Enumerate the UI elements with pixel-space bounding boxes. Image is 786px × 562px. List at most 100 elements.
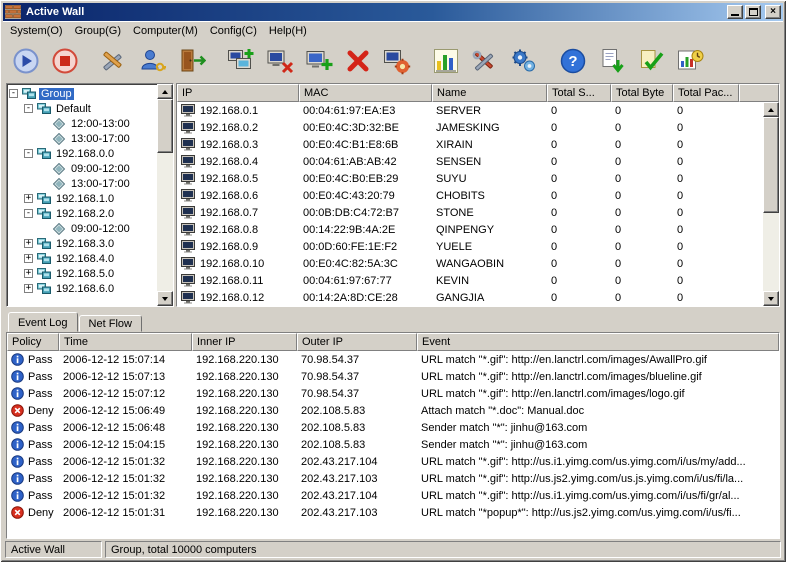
scroll-up-button[interactable]: [763, 102, 779, 117]
computer-row[interactable]: 192.168.0.400:04:61:AB:AB:42SENSEN000: [177, 153, 763, 170]
event-policy: Deny: [28, 405, 54, 417]
export-button[interactable]: [593, 43, 630, 80]
apply-button[interactable]: [632, 43, 669, 80]
column-header-total-pac[interactable]: Total Pac...: [673, 84, 739, 102]
event-row[interactable]: Pass2006-12-12 15:01:32192.168.220.13020…: [7, 470, 779, 487]
scrollbar-track[interactable]: [157, 99, 173, 291]
title-bar[interactable]: Active Wall ×: [3, 3, 783, 21]
computer-row[interactable]: 192.168.0.700:0B:DB:C4:72:B7STONE000: [177, 204, 763, 221]
tree-item-12-00-13-00[interactable]: 12:00-13:00: [7, 116, 157, 131]
column-header-ip[interactable]: IP: [177, 84, 299, 102]
tree-item-09-00-12-00[interactable]: 09:00-12:00: [7, 221, 157, 236]
computer-config-button[interactable]: [378, 43, 415, 80]
event-policy: Deny: [28, 507, 54, 519]
computer-row[interactable]: 192.168.0.100:04:61:97:EA:E3SERVER000: [177, 102, 763, 119]
computer-row[interactable]: 192.168.0.1000:E0:4C:82:5A:3CWANGAOBIN00…: [177, 255, 763, 272]
column-header-mac[interactable]: MAC: [299, 84, 432, 102]
collapse-icon[interactable]: -: [24, 209, 33, 218]
tree-item-label: 192.168.6.0: [54, 283, 116, 295]
menu-item-config[interactable]: Config(C): [204, 23, 263, 39]
tree-item-192-168-1-0[interactable]: +192.168.1.0: [7, 191, 157, 206]
column-header-time[interactable]: Time: [59, 333, 192, 351]
tools-button[interactable]: [466, 43, 503, 80]
exit-button[interactable]: [173, 43, 210, 80]
tree-item-192-168-5-0[interactable]: +192.168.5.0: [7, 266, 157, 281]
event-description: Sender match "*": jinhu@163.com: [417, 439, 779, 451]
menu-item-group[interactable]: Group(G): [69, 23, 127, 39]
expand-icon[interactable]: +: [24, 284, 33, 293]
tree-item-192-168-4-0[interactable]: +192.168.4.0: [7, 251, 157, 266]
tree-item-192-168-3-0[interactable]: +192.168.3.0: [7, 236, 157, 251]
remove-button[interactable]: [339, 43, 376, 80]
tree-item-group[interactable]: -Group: [7, 86, 157, 101]
collapse-icon[interactable]: -: [24, 149, 33, 158]
report-button[interactable]: [671, 43, 708, 80]
event-row[interactable]: Pass2006-12-12 15:07:14192.168.220.13070…: [7, 351, 779, 368]
minimize-button[interactable]: [727, 5, 743, 19]
tree-item-13-00-17-00[interactable]: 13:00-17:00: [7, 176, 157, 191]
tab-net-flow[interactable]: Net Flow: [79, 315, 142, 332]
menu-item-system[interactable]: System(O): [4, 23, 69, 39]
scroll-down-button[interactable]: [763, 291, 779, 306]
scrollbar-track[interactable]: [763, 117, 779, 291]
close-button[interactable]: ×: [765, 5, 781, 19]
event-row[interactable]: Pass2006-12-12 15:01:32192.168.220.13020…: [7, 453, 779, 470]
computer-row[interactable]: 192.168.0.900:0D:60:FE:1E:F2YUELE000: [177, 238, 763, 255]
menu-item-computer[interactable]: Computer(M): [127, 23, 204, 39]
computer-total-sessions: 0: [547, 275, 611, 287]
edit-computer-button[interactable]: [300, 43, 337, 80]
scrollbar-thumb[interactable]: [763, 117, 779, 213]
computer-scrollbar[interactable]: [763, 102, 779, 306]
event-row[interactable]: Deny2006-12-12 15:06:49192.168.220.13020…: [7, 402, 779, 419]
expand-icon[interactable]: +: [24, 254, 33, 263]
add-computer-button[interactable]: [222, 43, 259, 80]
scroll-down-button[interactable]: [157, 291, 173, 306]
event-row[interactable]: Deny2006-12-12 15:01:31192.168.220.13020…: [7, 504, 779, 521]
column-header-outer-ip[interactable]: Outer IP: [297, 333, 417, 351]
event-row[interactable]: Pass2006-12-12 15:01:32192.168.220.13020…: [7, 487, 779, 504]
statistics-button[interactable]: [427, 43, 464, 80]
tree-item-13-00-17-00[interactable]: 13:00-17:00: [7, 131, 157, 146]
tab-event-log[interactable]: Event Log: [8, 312, 78, 332]
computer-row[interactable]: 192.168.0.300:E0:4C:B1:E8:6BXIRAIN000: [177, 136, 763, 153]
column-header-total-s[interactable]: Total S...: [547, 84, 611, 102]
computer-row[interactable]: 192.168.0.200:E0:4C:3D:32:BEJAMESKING000: [177, 119, 763, 136]
computer-total-packets: 0: [673, 241, 739, 253]
expand-icon[interactable]: +: [24, 269, 33, 278]
event-row[interactable]: Pass2006-12-12 15:07:13192.168.220.13070…: [7, 368, 779, 385]
computer-row[interactable]: 192.168.0.1100:04:61:97:67:77KEVIN000: [177, 272, 763, 289]
column-header-name[interactable]: Name: [432, 84, 547, 102]
tree-item-09-00-12-00[interactable]: 09:00-12:00: [7, 161, 157, 176]
event-row[interactable]: Pass2006-12-12 15:04:15192.168.220.13020…: [7, 436, 779, 453]
tree-item-192-168-0-0[interactable]: -192.168.0.0: [7, 146, 157, 161]
event-row[interactable]: Pass2006-12-12 15:07:12192.168.220.13070…: [7, 385, 779, 402]
scrollbar-thumb[interactable]: [157, 99, 173, 153]
menu-item-help[interactable]: Help(H): [263, 23, 313, 39]
collapse-icon[interactable]: -: [24, 104, 33, 113]
expand-icon[interactable]: +: [24, 239, 33, 248]
start-button[interactable]: [7, 43, 44, 80]
computer-row[interactable]: 192.168.0.600:E0:4C:43:20:79CHOBITS000: [177, 187, 763, 204]
maximize-button[interactable]: [745, 5, 761, 19]
tree-item-192-168-6-0[interactable]: +192.168.6.0: [7, 281, 157, 296]
stop-button[interactable]: [46, 43, 83, 80]
computer-row[interactable]: 192.168.0.1200:14:2A:8D:CE:28GANGJIA000: [177, 289, 763, 306]
column-header-total-byte[interactable]: Total Byte: [611, 84, 673, 102]
setup-button[interactable]: [95, 43, 132, 80]
tree-item-default[interactable]: -Default: [7, 101, 157, 116]
help-button[interactable]: ?: [554, 43, 591, 80]
options-button[interactable]: [505, 43, 542, 80]
event-row[interactable]: Pass2006-12-12 15:06:48192.168.220.13020…: [7, 419, 779, 436]
tree-scrollbar[interactable]: [157, 84, 173, 306]
column-header-event[interactable]: Event: [417, 333, 779, 351]
tree-item-192-168-2-0[interactable]: -192.168.2.0: [7, 206, 157, 221]
account-button[interactable]: [134, 43, 171, 80]
scroll-up-button[interactable]: [157, 84, 173, 99]
column-header-policy[interactable]: Policy: [7, 333, 59, 351]
delete-computer-button[interactable]: [261, 43, 298, 80]
computer-row[interactable]: 192.168.0.500:E0:4C:B0:EB:29SUYU000: [177, 170, 763, 187]
computer-row[interactable]: 192.168.0.800:14:22:9B:4A:2EQINPENGY000: [177, 221, 763, 238]
column-header-inner-ip[interactable]: Inner IP: [192, 333, 297, 351]
expand-icon[interactable]: +: [24, 194, 33, 203]
collapse-icon[interactable]: -: [9, 89, 18, 98]
